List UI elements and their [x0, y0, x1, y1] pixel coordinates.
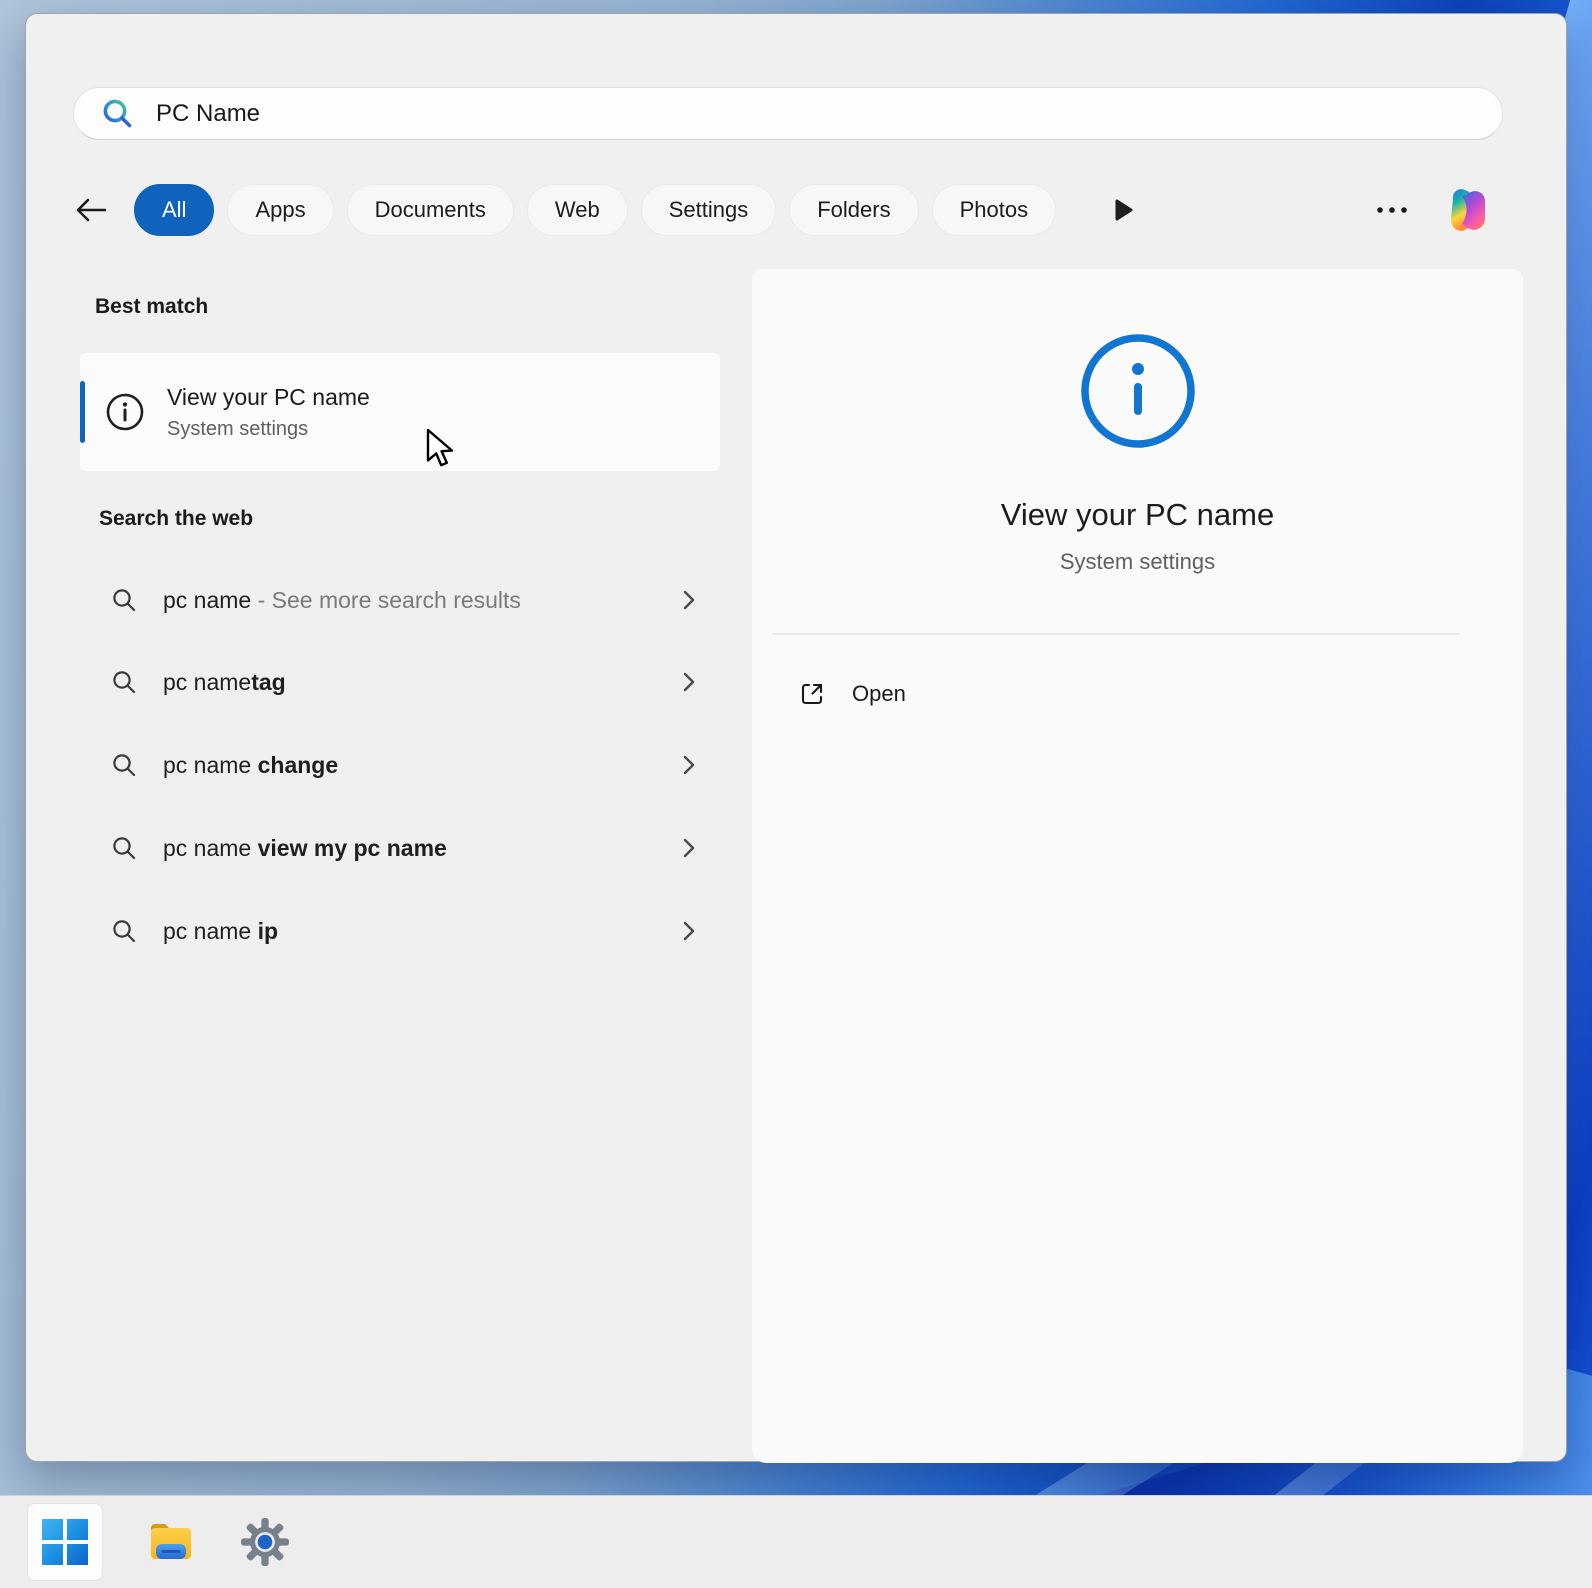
info-icon-large: [1078, 331, 1198, 456]
tab-settings-label: Settings: [669, 197, 749, 223]
search-icon: [100, 96, 136, 132]
tab-apps[interactable]: Apps: [227, 184, 333, 236]
preview-title: View your PC name: [752, 497, 1523, 533]
taskbar: [0, 1495, 1592, 1588]
tab-all-label: All: [162, 197, 186, 223]
tab-apps-label: Apps: [255, 197, 305, 223]
web-suggestion-text: pc name change: [163, 752, 338, 779]
search-icon: [111, 752, 138, 779]
suggestion-suffix: ip: [258, 918, 278, 944]
settings-button[interactable]: [239, 1516, 291, 1568]
windows-logo-icon: [42, 1519, 88, 1565]
web-suggestion-row[interactable]: pc nametag: [80, 649, 720, 715]
tab-documents-label: Documents: [375, 197, 486, 223]
start-button[interactable]: [27, 1503, 103, 1581]
suggestion-prefix: pc name: [163, 918, 258, 944]
web-suggestion-text: pc name ip: [163, 918, 278, 945]
more-options-button[interactable]: [1375, 205, 1409, 215]
suggestion-prefix: pc name: [163, 752, 258, 778]
preview-subtitle: System settings: [752, 549, 1523, 575]
info-icon: [105, 392, 145, 432]
tab-folders-label: Folders: [817, 197, 890, 223]
tab-photos[interactable]: Photos: [932, 184, 1057, 236]
web-suggestion-text: pc name - See more search results: [163, 587, 521, 614]
suggestion-suffix: change: [258, 752, 339, 778]
open-external-icon: [798, 680, 826, 708]
best-match-item[interactable]: View your PC name System settings: [80, 353, 720, 471]
tab-folders[interactable]: Folders: [789, 184, 918, 236]
web-suggestion-row[interactable]: pc name view my pc name: [80, 815, 720, 881]
preview-panel: View your PC name System settings Open: [752, 269, 1523, 1463]
search-icon: [111, 918, 138, 945]
tab-documents[interactable]: Documents: [347, 184, 514, 236]
divider: [772, 633, 1460, 635]
selection-accent-bar: [80, 381, 85, 443]
open-action[interactable]: Open: [772, 669, 906, 719]
search-flyout-window: All Apps Documents Web Settings Folders …: [25, 13, 1567, 1462]
chevron-right-icon[interactable]: [680, 670, 698, 694]
web-suggestion-text: pc name view my pc name: [163, 835, 447, 862]
search-icon: [111, 835, 138, 862]
suggestion-prefix: pc name: [163, 669, 251, 695]
suggestion-prefix: pc name: [163, 835, 258, 861]
tab-photos-label: Photos: [960, 197, 1029, 223]
best-match-heading: Best match: [95, 295, 208, 319]
best-match-subtitle: System settings: [167, 418, 370, 441]
tab-web[interactable]: Web: [527, 184, 628, 236]
chevron-right-icon[interactable]: [680, 588, 698, 612]
web-suggestion-text: pc nametag: [163, 669, 286, 696]
suggestion-suffix: tag: [251, 669, 286, 695]
screen: All Apps Documents Web Settings Folders …: [0, 0, 1592, 1588]
file-explorer-button[interactable]: [145, 1516, 197, 1568]
search-icon: [111, 669, 138, 696]
tab-web-label: Web: [555, 197, 600, 223]
suggestion-suffix: view my pc name: [258, 835, 447, 861]
scroll-tabs-right-button[interactable]: [1113, 198, 1135, 222]
folder-icon: [145, 1516, 197, 1568]
chevron-right-icon[interactable]: [680, 753, 698, 777]
suggestion-note: - See more search results: [251, 587, 521, 613]
best-match-title: View your PC name: [167, 384, 370, 411]
gear-icon: [240, 1517, 290, 1567]
tab-all[interactable]: All: [134, 184, 214, 236]
search-box[interactable]: [73, 87, 1503, 140]
back-button[interactable]: [73, 192, 109, 228]
search-icon: [111, 587, 138, 614]
copilot-icon[interactable]: [1436, 181, 1494, 239]
chevron-right-icon[interactable]: [680, 836, 698, 860]
open-label: Open: [852, 681, 906, 707]
web-suggestion-row[interactable]: pc name change: [80, 732, 720, 798]
chevron-right-icon[interactable]: [680, 919, 698, 943]
filter-tabs-row: All Apps Documents Web Settings Folders …: [73, 183, 1494, 236]
tab-settings[interactable]: Settings: [641, 184, 777, 236]
suggestion-prefix: pc name: [163, 587, 251, 613]
search-the-web-heading: Search the web: [99, 507, 253, 531]
web-suggestion-row[interactable]: pc name - See more search results: [80, 567, 720, 633]
search-input[interactable]: [154, 99, 1478, 129]
web-suggestion-row[interactable]: pc name ip: [80, 898, 720, 964]
